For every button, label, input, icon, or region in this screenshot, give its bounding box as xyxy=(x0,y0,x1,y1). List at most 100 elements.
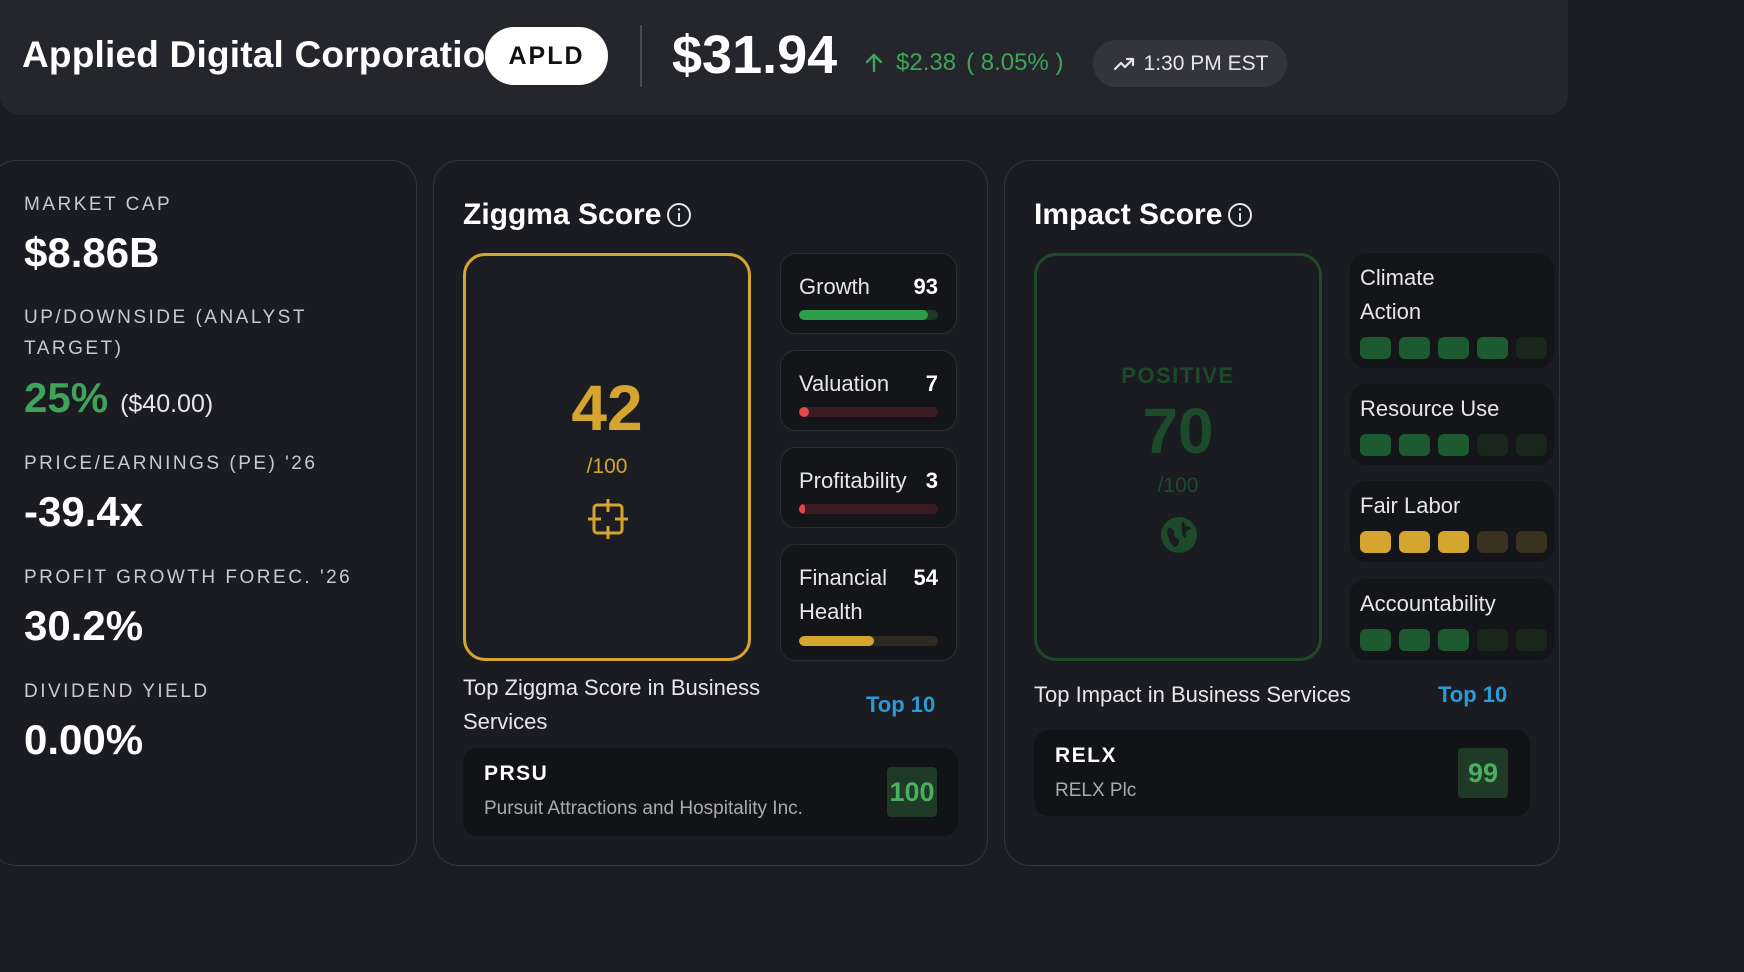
impact-top-stock[interactable]: RELX RELX Plc 99 xyxy=(1034,730,1530,816)
pe-value: -39.4x xyxy=(24,488,144,535)
stock-score-badge: 100 xyxy=(887,767,937,817)
rating-dot xyxy=(1477,337,1508,359)
metric-name-line1: Financial xyxy=(799,565,888,590)
factor-fair-labor[interactable]: Fair Labor xyxy=(1350,481,1554,562)
metric-name: Growth xyxy=(799,274,870,299)
rating-dot xyxy=(1438,629,1469,651)
metric-name: Financial Health xyxy=(799,561,887,629)
metric-name-line2: Health xyxy=(799,599,863,624)
market-time-pill[interactable]: 1:30 PM EST xyxy=(1093,40,1287,87)
ziggma-score-box[interactable]: 42 /100 xyxy=(463,253,751,661)
metric-name: Profitability xyxy=(799,468,907,493)
rating-dot xyxy=(1399,434,1430,456)
impact-title-text: Impact Score xyxy=(1034,198,1223,231)
caption-line2: Services xyxy=(463,709,548,734)
impact-score-box[interactable]: POSITIVE 70 /100 xyxy=(1034,253,1322,661)
market-time: 1:30 PM EST xyxy=(1143,51,1269,75)
factor-resource-use[interactable]: Resource Use xyxy=(1350,384,1554,465)
metric-growth[interactable]: Growth 93 xyxy=(780,253,957,334)
info-icon[interactable] xyxy=(665,201,693,229)
factor-accountability[interactable]: Accountability xyxy=(1350,579,1554,660)
rating-dot xyxy=(1399,629,1430,651)
rating-dot xyxy=(1399,337,1430,359)
impact-top-caption: Top Impact in Business Services xyxy=(1034,682,1351,707)
metric-value: 3 xyxy=(925,468,938,493)
factor-rating-dots xyxy=(1360,337,1547,359)
impact-score-value: 70 xyxy=(1142,395,1214,467)
metric-bar-track xyxy=(799,636,938,646)
ziggma-score-value: 42 xyxy=(571,372,643,444)
metric-value: 54 xyxy=(913,565,938,590)
header-divider xyxy=(640,25,642,87)
impact-title: Impact Score xyxy=(1034,198,1254,232)
factor-climate-action[interactable]: Climate Action xyxy=(1350,253,1554,368)
info-icon[interactable] xyxy=(1226,201,1254,229)
metric-valuation[interactable]: Valuation 7 xyxy=(780,350,957,431)
rating-dot xyxy=(1477,434,1508,456)
metric-bar-fill xyxy=(799,310,929,320)
rating-dot xyxy=(1360,337,1391,359)
metric-name: Valuation xyxy=(799,371,890,396)
rating-dot xyxy=(1360,434,1391,456)
metric-bar-fill xyxy=(799,504,805,514)
stock-name: Pursuit Attractions and Hospitality Inc. xyxy=(484,798,803,819)
rating-dot xyxy=(1516,629,1547,651)
globe-icon xyxy=(1161,517,1197,553)
analyst-target: ($40.00) xyxy=(120,390,214,418)
rating-dot xyxy=(1360,531,1391,553)
metric-bar-track xyxy=(799,504,938,514)
impact-top10-link[interactable]: Top 10 xyxy=(1438,682,1507,708)
metric-value: 7 xyxy=(925,371,938,396)
trending-up-icon xyxy=(1113,57,1134,70)
stock-symbol: PRSU xyxy=(484,762,549,785)
factor-name: Resource Use xyxy=(1360,396,1500,421)
rating-dot xyxy=(1360,629,1391,651)
factor-rating-dots xyxy=(1360,531,1547,553)
pe-label: PRICE/EARNINGS (PE) '26 xyxy=(24,453,318,474)
dividend-label: DIVIDEND YIELD xyxy=(24,681,210,702)
factor-name-line1: Climate xyxy=(1360,265,1435,290)
ziggma-top-stock[interactable]: PRSU Pursuit Attractions and Hospitality… xyxy=(463,748,958,836)
updown-label-line2: TARGET) xyxy=(24,338,124,359)
updown-label-line1: UP/DOWNSIDE (ANALYST xyxy=(24,307,307,328)
factor-name: Climate Action xyxy=(1360,261,1435,329)
rating-dot xyxy=(1438,531,1469,553)
metric-bar-fill xyxy=(799,407,809,417)
price-change: $2.38 ( 8.05% ) xyxy=(862,49,1063,77)
market-cap-label: MARKET CAP xyxy=(24,194,173,215)
change-percent: ( 8.05% ) xyxy=(966,49,1064,76)
rating-dot xyxy=(1438,434,1469,456)
metric-financial-health[interactable]: Financial Health 54 xyxy=(780,544,957,661)
updown-value: 25% ($40.00) xyxy=(24,374,213,422)
rating-dot xyxy=(1516,531,1547,553)
market-cap-value: $8.86B xyxy=(24,229,160,276)
change-amount: $2.38 xyxy=(896,49,957,76)
stock-header: Applied Digital Corporation APLD $31.94 … xyxy=(0,0,1568,115)
rating-dot xyxy=(1399,531,1430,553)
ziggma-title: Ziggma Score xyxy=(463,198,693,232)
ziggma-top-caption: Top Ziggma Score in Business Services xyxy=(463,671,760,739)
rating-dot xyxy=(1438,337,1469,359)
stock-score-badge: 99 xyxy=(1458,748,1508,798)
stock-price: $31.94 xyxy=(672,25,838,85)
rating-dot xyxy=(1516,434,1547,456)
ziggma-score-max: /100 xyxy=(586,455,628,478)
profit-growth-label: PROFIT GROWTH FOREC. '26 xyxy=(24,567,353,588)
metric-bar-track xyxy=(799,310,938,320)
factor-name: Fair Labor xyxy=(1360,493,1461,518)
impact-score-max: /100 xyxy=(1157,474,1199,497)
stock-name: RELX Plc xyxy=(1055,780,1137,801)
impact-rating-label: POSITIVE xyxy=(1121,363,1235,388)
factor-name: Accountability xyxy=(1360,591,1496,616)
factor-name-line2: Action xyxy=(1360,299,1422,324)
ziggma-top10-link[interactable]: Top 10 xyxy=(866,692,935,718)
metric-profitability[interactable]: Profitability 3 xyxy=(780,447,957,528)
profit-growth-value: 30.2% xyxy=(24,602,144,649)
stock-symbol: RELX xyxy=(1055,744,1118,767)
ticker-badge[interactable]: APLD xyxy=(485,27,608,85)
factor-rating-dots xyxy=(1360,629,1547,651)
metric-bar-track xyxy=(799,407,938,417)
rating-dot xyxy=(1477,531,1508,553)
metric-value: 93 xyxy=(913,274,938,299)
rating-dot xyxy=(1477,629,1508,651)
